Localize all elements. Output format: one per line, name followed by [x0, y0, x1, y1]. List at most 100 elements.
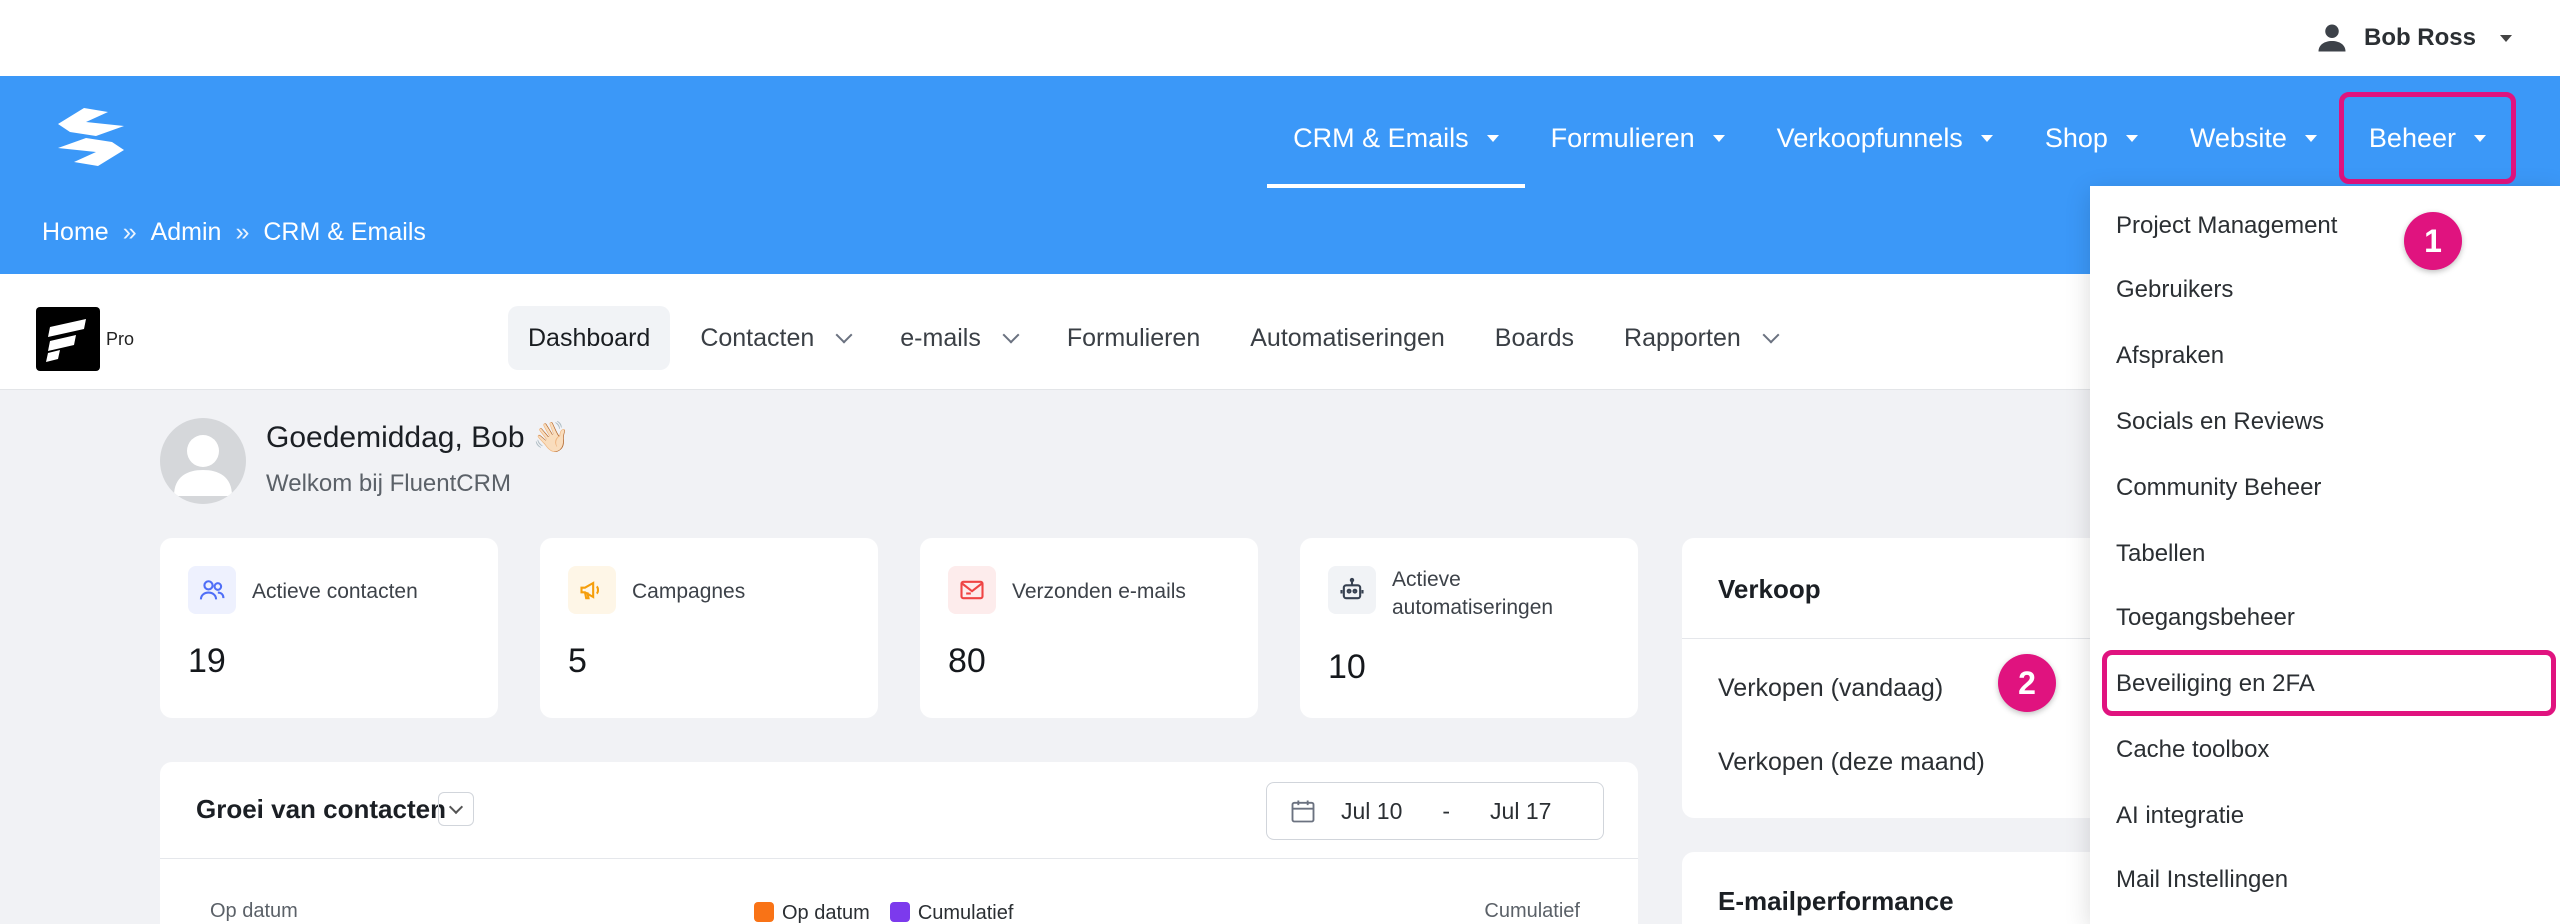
tab-rapporten[interactable]: Rapporten [1604, 306, 1797, 370]
menu-item-socials-en-reviews[interactable]: Socials en Reviews [2116, 408, 2324, 436]
menu-item-community-beheer[interactable]: Community Beheer [2116, 474, 2321, 502]
breadcrumb-current: CRM & Emails [263, 218, 426, 246]
caret-down-icon [1980, 134, 1993, 142]
caret-down-icon [2125, 134, 2138, 142]
nav-label: Website [2189, 122, 2287, 153]
main-navbar: CRM & Emails Formulieren Verkoopfunnels … [0, 76, 2560, 276]
user-name: Bob Ross [2363, 24, 2476, 51]
caret-down-icon [1712, 134, 1725, 142]
stat-label: Verzonden e-mails [1012, 580, 1186, 603]
chart-options-dropdown[interactable] [438, 792, 474, 826]
robot-icon [1328, 566, 1376, 614]
chart-legend: Op datum Cumulatief [754, 902, 1013, 924]
megaphone-icon [568, 566, 616, 614]
menu-item-project-management[interactable]: Project Management [2116, 212, 2337, 240]
tab-contacten[interactable]: Contacten [680, 306, 870, 370]
chart-title: Groei van contacten [196, 794, 446, 824]
highlight-box [2102, 650, 2556, 716]
menu-item-mail-instellingen[interactable]: Mail Instellingen [2116, 866, 2288, 894]
main-nav: CRM & Emails Formulieren Verkoopfunnels … [1267, 76, 2560, 200]
tab-automatiseringen[interactable]: Automatiseringen [1230, 306, 1465, 370]
tab-label: Formulieren [1066, 323, 1201, 352]
contact-growth-card: Groei van contacten Jul 10 - Jul 17 Op d… [160, 762, 1638, 924]
tab-dashboard[interactable]: Dashboard [508, 306, 671, 370]
tab-emails[interactable]: e-mails [880, 306, 1037, 370]
sales-month-label: Verkopen (deze maand) [1718, 748, 1985, 776]
date-from[interactable]: Jul 10 [1341, 798, 1402, 825]
date-range-picker[interactable]: Jul 10 - Jul 17 [1266, 782, 1604, 840]
divider [160, 858, 1638, 859]
nav-shop[interactable]: Shop [2019, 76, 2164, 200]
greeting-subtitle: Welkom bij FluentCRM [266, 470, 511, 497]
menu-item-afspraken[interactable]: Afspraken [2116, 342, 2224, 370]
pro-badge: Pro [106, 329, 135, 349]
email-performance-title: E-mailperformance [1718, 886, 1954, 916]
menu-item-beveiliging-en-2fa[interactable]: Beveiliging en 2FA [2102, 650, 2556, 716]
brand-logo[interactable] [46, 102, 136, 172]
breadcrumb: Home » Admin » CRM & Emails [42, 218, 426, 247]
user-menu[interactable]: Bob Ross [2314, 20, 2512, 56]
date-separator: - [1442, 797, 1451, 824]
highlight-box [2338, 92, 2516, 184]
stat-label: Actieve contacten [252, 580, 418, 603]
nav-crm-emails[interactable]: CRM & Emails [1267, 76, 1525, 200]
nav-beheer[interactable]: Beheer [2338, 76, 2516, 200]
stat-value: 10 [1328, 648, 1366, 686]
nav-formulieren[interactable]: Formulieren [1525, 76, 1751, 200]
breadcrumb-separator: » [122, 218, 137, 246]
beheer-dropdown-menu: Project Management Gebruikers Afspraken … [2090, 186, 2560, 924]
calendar-icon [1291, 800, 1315, 823]
y-axis-right-label: Cumulatief [1484, 900, 1580, 922]
tab-label: e-mails [900, 323, 981, 352]
tab-label: Dashboard [528, 323, 651, 352]
legend-item-op-datum[interactable]: Op datum [754, 902, 870, 924]
menu-item-tabellen[interactable]: Tabellen [2116, 540, 2205, 568]
sales-title: Verkoop [1718, 574, 1821, 604]
legend-label: Cumulatief [917, 902, 1014, 924]
tab-label: Boards [1494, 323, 1575, 352]
fluentcrm-logo[interactable] [36, 307, 100, 371]
tab-label: Contacten [700, 323, 815, 352]
avatar-placeholder-icon [174, 435, 232, 496]
y-axis-left-label: Op datum [210, 900, 298, 922]
legend-item-cumulatief[interactable]: Cumulatief [889, 902, 1014, 924]
caret-down-icon [2304, 134, 2317, 142]
breadcrumb-home[interactable]: Home [42, 218, 109, 247]
nav-verkoopfunnels[interactable]: Verkoopfunnels [1751, 76, 2019, 200]
stat-label: Actieve automatiseringen [1392, 568, 1554, 619]
step-marker-1: 1 [2404, 212, 2462, 270]
user-bar: Bob Ross [0, 0, 2560, 76]
users-icon [188, 566, 236, 614]
caret-down-icon [2500, 34, 2512, 42]
sales-today-label: Verkopen (vandaag) [1718, 674, 1944, 702]
nav-label: CRM & Emails [1293, 122, 1469, 153]
tab-label: Automatiseringen [1250, 323, 1445, 352]
chevron-down-icon [835, 326, 853, 344]
breadcrumb-admin[interactable]: Admin [151, 218, 222, 247]
nav-label: Verkoopfunnels [1776, 122, 1963, 153]
fluentcrm-icon [46, 319, 86, 362]
user-icon [2318, 24, 2346, 52]
mail-sent-icon [948, 566, 996, 614]
stat-value: 19 [188, 642, 226, 680]
tab-label: Rapporten [1624, 323, 1741, 352]
stat-card-contacts[interactable]: Actieve contacten 19 [160, 538, 498, 718]
tab-formulieren[interactable]: Formulieren [1047, 306, 1220, 370]
stat-card-emails-sent[interactable]: Verzonden e-mails 80 [920, 538, 1258, 718]
caret-down-icon [1486, 134, 1499, 142]
nav-website[interactable]: Website [2164, 76, 2343, 200]
legend-label: Op datum [782, 902, 870, 924]
chevron-down-icon [1762, 326, 1780, 344]
tab-boards[interactable]: Boards [1475, 306, 1594, 370]
menu-item-toegangsbeheer[interactable]: Toegangsbeheer [2116, 604, 2295, 632]
menu-item-gebruikers[interactable]: Gebruikers [2116, 276, 2233, 304]
breadcrumb-separator: » [235, 218, 250, 246]
nav-label: Formulieren [1550, 122, 1695, 153]
stat-card-automations[interactable]: Actieve automatiseringen 10 [1300, 538, 1638, 718]
stat-value: 80 [948, 642, 986, 680]
greeting-title: Goedemiddag, Bob 👋🏻 [266, 421, 571, 454]
date-to[interactable]: Jul 17 [1490, 798, 1551, 825]
stat-card-campaigns[interactable]: Campagnes 5 [540, 538, 878, 718]
menu-item-cache-toolbox[interactable]: Cache toolbox [2116, 736, 2269, 764]
menu-item-ai-integratie[interactable]: AI integratie [2116, 802, 2244, 830]
